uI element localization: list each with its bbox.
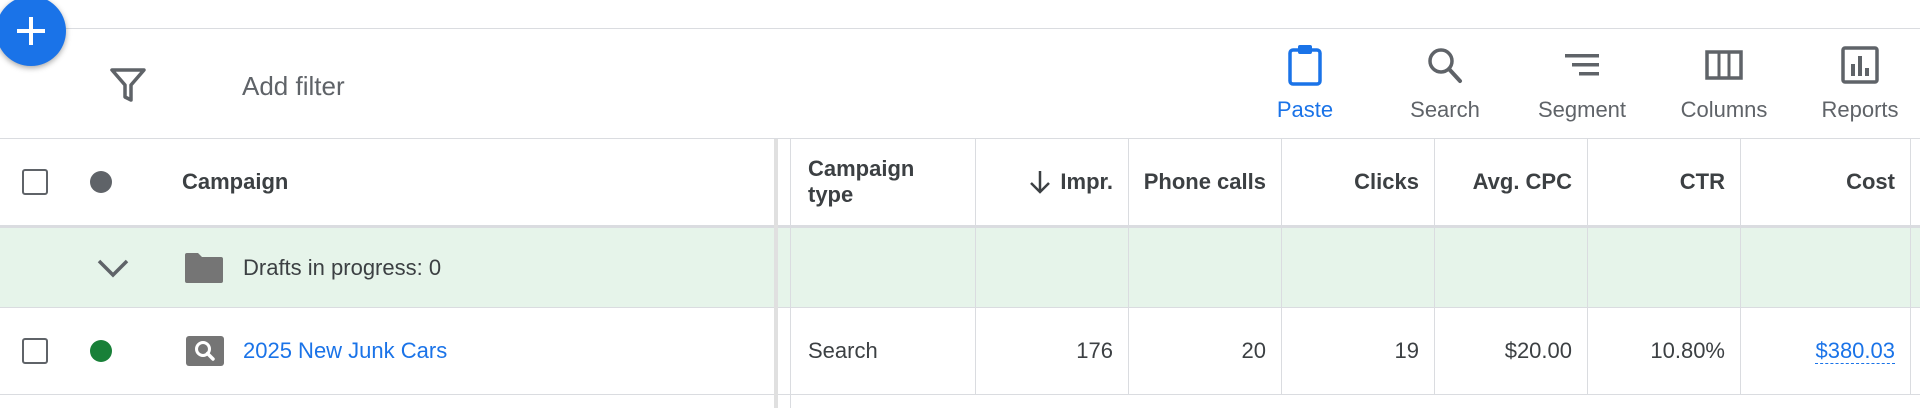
impr-header-label: Impr. bbox=[1060, 169, 1113, 194]
phone-calls-cell: 20 bbox=[1241, 338, 1266, 363]
column-divider bbox=[1910, 139, 1911, 394]
column-divider bbox=[1740, 139, 1741, 394]
paste-button[interactable]: Paste bbox=[1265, 43, 1345, 123]
drafts-row[interactable]: Drafts in progress: 0 bbox=[0, 228, 1920, 307]
paste-label: Paste bbox=[1276, 97, 1334, 122]
search-label: Search bbox=[1410, 97, 1480, 122]
reports-label: Reports bbox=[1821, 97, 1899, 122]
campaign-header[interactable]: Campaign bbox=[182, 139, 762, 225]
column-divider bbox=[975, 139, 976, 394]
column-divider bbox=[1434, 139, 1435, 394]
campaign-type-header-line1: Campaign bbox=[808, 156, 915, 181]
campaign-type-icon-cell bbox=[186, 308, 224, 394]
avg-cpc-header[interactable]: Avg. CPC bbox=[1435, 139, 1588, 225]
avg-cpc-cell: $20.00 bbox=[1504, 338, 1572, 363]
search-icon bbox=[1428, 48, 1462, 83]
column-divider bbox=[790, 139, 791, 408]
enabled-status-dot[interactable] bbox=[90, 340, 112, 362]
columns-button[interactable]: Columns bbox=[1674, 43, 1774, 123]
impr-cell: 176 bbox=[1076, 338, 1113, 363]
add-filter-link[interactable]: Add filter bbox=[242, 71, 345, 102]
row-checkbox[interactable] bbox=[22, 338, 48, 364]
segment-button[interactable]: Segment bbox=[1532, 43, 1632, 123]
row-bottom-divider bbox=[0, 394, 1920, 395]
row-select-cell bbox=[22, 308, 54, 394]
cost-header[interactable]: Cost bbox=[1741, 139, 1911, 225]
status-header-cell bbox=[90, 139, 116, 225]
table-toolbar: Add filter Paste Search Segment Columns bbox=[0, 29, 1920, 139]
segment-icon bbox=[1565, 54, 1599, 76]
drafts-expand-cell bbox=[96, 228, 132, 307]
ctr-header[interactable]: CTR bbox=[1588, 139, 1741, 225]
column-divider bbox=[1587, 139, 1588, 394]
folder-icon bbox=[185, 252, 223, 283]
clicks-cell: 19 bbox=[1394, 338, 1419, 363]
drafts-label: Drafts in progress: 0 bbox=[243, 254, 442, 280]
row-status-cell bbox=[90, 308, 116, 394]
columns-label: Columns bbox=[1680, 97, 1768, 122]
chevron-down-icon[interactable] bbox=[96, 257, 130, 279]
clicks-header[interactable]: Clicks bbox=[1282, 139, 1435, 225]
filter-funnel-icon[interactable] bbox=[109, 67, 147, 103]
search-campaign-icon bbox=[186, 336, 224, 366]
campaign-type-header[interactable]: Campaign type bbox=[808, 139, 968, 225]
table-header-row: Campaign Campaign type Impr. Phone calls… bbox=[0, 139, 1920, 225]
table-row: 2025 New Junk Cars Search 176 20 19 $20.… bbox=[0, 308, 1920, 394]
reports-button[interactable]: Reports bbox=[1815, 43, 1905, 123]
reports-icon bbox=[1841, 46, 1879, 84]
campaign-type-header-line2: type bbox=[808, 182, 854, 207]
search-button[interactable]: Search bbox=[1400, 43, 1490, 123]
cost-cell: $380.03 bbox=[1741, 308, 1911, 394]
frozen-column-divider[interactable] bbox=[774, 139, 778, 408]
select-all-checkbox[interactable] bbox=[22, 169, 48, 195]
campaign-type-cell: Search bbox=[808, 338, 878, 363]
column-divider bbox=[1128, 139, 1129, 394]
impr-header[interactable]: Impr. bbox=[976, 139, 1129, 225]
ctr-cell: 10.80% bbox=[1650, 338, 1725, 363]
select-all-cell bbox=[22, 139, 54, 225]
phone-calls-header[interactable]: Phone calls bbox=[1129, 139, 1282, 225]
cost-link[interactable]: $380.03 bbox=[1815, 338, 1895, 364]
status-header-dot[interactable] bbox=[90, 171, 112, 193]
segment-label: Segment bbox=[1537, 97, 1627, 122]
column-divider bbox=[1281, 139, 1282, 394]
campaign-name-link[interactable]: 2025 New Junk Cars bbox=[243, 338, 447, 364]
arrow-down-icon bbox=[1030, 171, 1051, 194]
campaign-name-cell: 2025 New Junk Cars bbox=[243, 308, 763, 394]
drafts-folder-cell bbox=[184, 228, 226, 307]
clipboard-icon bbox=[1288, 45, 1322, 86]
columns-icon bbox=[1705, 50, 1743, 80]
